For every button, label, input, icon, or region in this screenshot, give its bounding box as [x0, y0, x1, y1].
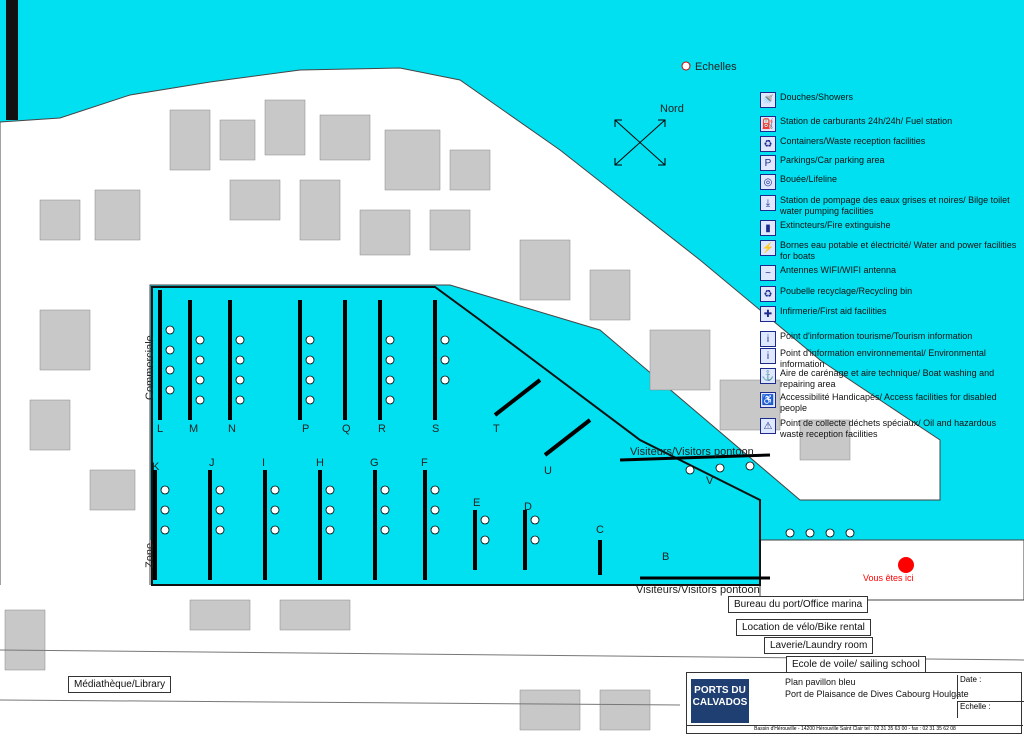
- pump-icon: ⤓: [760, 195, 776, 211]
- legend-text: Station de pompage des eaux grises et no…: [780, 195, 1010, 216]
- containers-icon: ♻: [760, 136, 776, 152]
- legend-item: ♻ Containers/Waste reception facilities: [760, 136, 1020, 152]
- lifebuoy-icon: ◎: [760, 174, 776, 190]
- pier-label-h: H: [316, 457, 324, 469]
- legend-text: Point de collecte déchets spéciaux/ Oil …: [780, 418, 997, 439]
- pier-label-d: D: [524, 501, 532, 513]
- legend-item: ~ Antennes WIFI/WIFI antenna: [760, 265, 1020, 281]
- harbour-office-label: Bureau du port/Office marina: [728, 596, 869, 613]
- visitors-pontoon-top: Visiteurs/Visitors pontoon: [630, 446, 754, 458]
- environment-info-icon: i: [760, 348, 776, 364]
- plan-subtitle: Port de Plaisance de Dives Cabourg Houlg…: [785, 689, 969, 699]
- pier-label-k: K: [152, 461, 160, 473]
- legend-text: Antennes WIFI/WIFI antenna: [780, 265, 897, 275]
- tourism-info-icon: i: [760, 331, 776, 347]
- legend-text: Parkings/Car parking area: [780, 155, 885, 165]
- legend-text: Accessibilité Handicapés/ Access facilit…: [780, 392, 997, 413]
- library-label: Médiathèque/Library: [68, 676, 172, 693]
- laundry-label: Laverie/Laundry room: [764, 637, 874, 654]
- logo-line2: CALVADOS: [692, 697, 748, 708]
- ladder-marker: [681, 61, 691, 71]
- legend-item: ⚠ Point de collecte déchets spéciaux/ Oil…: [760, 418, 1020, 440]
- fuel-icon: ⛽: [760, 116, 776, 132]
- wifi-icon: ~: [760, 265, 776, 281]
- pier-label-c: C: [596, 524, 604, 536]
- legend-item: i Point d'information environnemental/ En…: [760, 348, 1020, 370]
- legend-text: Poubelle recyclage/Recycling bin: [780, 286, 913, 296]
- legend-item: ♿ Accessibilité Handicapés/ Access facili…: [760, 392, 1020, 414]
- ports-du-calvados-logo: PORTS DU CALVADOS: [691, 679, 749, 723]
- commercial-zone-label: Commerciale: [144, 335, 156, 400]
- title-block: PORTS DU CALVADOS Plan pavillon bleu Por…: [686, 672, 1024, 734]
- address: Bassin d'Hérouville - 14200 Hérouville S…: [687, 725, 1023, 732]
- pier-label-p: P: [302, 423, 309, 435]
- legend-text: Point d'information environnemental/ Env…: [780, 348, 986, 369]
- legend-item: ⚓ Aire de carénage et aire technique/ Boa…: [760, 368, 1020, 390]
- pier-label-q: Q: [342, 423, 351, 435]
- legend-text: Containers/Waste reception facilities: [780, 136, 926, 146]
- legend-text: Extincteurs/Fire extinguishe: [780, 220, 891, 230]
- legend-text: Bornes eau potable et électricité/ Water…: [780, 240, 1017, 261]
- pier-label-s: S: [432, 423, 439, 435]
- scale-field: Echelle :: [957, 701, 1024, 718]
- accessibility-icon: ♿: [760, 392, 776, 408]
- extinguisher-icon: ▮: [760, 220, 776, 236]
- legend-item: i Point d'information tourisme/Tourism in…: [760, 331, 1020, 347]
- legend-item: ✚ Infirmerie/First aid facilities: [760, 306, 1020, 322]
- date-field: Date :: [957, 675, 1024, 699]
- pier-label-g: G: [370, 457, 379, 469]
- careening-icon: ⚓: [760, 368, 776, 384]
- pier-label-e: E: [473, 497, 480, 509]
- shower-icon: 🚿: [760, 92, 776, 108]
- legend-text: Station de carburants 24h/24h/ Fuel stat…: [780, 116, 953, 126]
- you-are-here-marker: [898, 557, 914, 573]
- legend-item: 🚿 Douches/Showers: [760, 92, 1020, 108]
- bike-rental-label: Location de vélo/Bike rental: [736, 619, 871, 636]
- legend-text: Bouée/Lifeline: [780, 174, 838, 184]
- legend-item: P Parkings/Car parking area: [760, 155, 1020, 171]
- legend-item: ⤓ Station de pompage des eaux grises et n…: [760, 195, 1020, 217]
- ladder-label: Echelles: [695, 61, 737, 73]
- legend-item: ♻ Poubelle recyclage/Recycling bin: [760, 286, 1020, 302]
- breakwater-west: [6, 0, 18, 120]
- pier-label-b: B: [662, 551, 669, 563]
- pier-label-l: L: [157, 423, 163, 435]
- pier-label-f: F: [421, 457, 428, 469]
- pier-label-u: U: [544, 465, 552, 477]
- legend-item: ⛽ Station de carburants 24h/24h/ Fuel sta…: [760, 116, 1020, 132]
- pier-label-r: R: [378, 423, 386, 435]
- quay-east: [759, 539, 1024, 601]
- legend-item: ⚡ Bornes eau potable et électricité/ Wate…: [760, 240, 1020, 262]
- legend-text: Infirmerie/First aid facilities: [780, 306, 887, 316]
- north-label: Nord: [660, 103, 684, 115]
- zone-label: Zone: [144, 543, 156, 568]
- legend-text: Douches/Showers: [780, 92, 854, 102]
- plan-title: Plan pavillon bleu: [785, 677, 856, 687]
- pier-label-i: I: [262, 457, 265, 469]
- parking-icon: P: [760, 155, 776, 171]
- pier-label-n: N: [228, 423, 236, 435]
- water-power-icon: ⚡: [760, 240, 776, 256]
- recycle-bin-icon: ♻: [760, 286, 776, 302]
- pier-label-m: M: [189, 423, 198, 435]
- pier-label-v: V: [706, 475, 714, 487]
- legend-text: Point d'information tourisme/Tourism inf…: [780, 331, 973, 341]
- legend-item: ◎ Bouée/Lifeline: [760, 174, 1020, 190]
- legend-item: ▮ Extincteurs/Fire extinguishe: [760, 220, 1020, 236]
- legend-text: Aire de carénage et aire technique/ Boat…: [780, 368, 995, 389]
- pier-label-t: T: [493, 423, 500, 435]
- hazardous-waste-icon: ⚠: [760, 418, 776, 434]
- logo-line1: PORTS DU: [694, 685, 746, 696]
- sailing-school-label: Ecole de voile/ sailing school: [786, 656, 926, 673]
- first-aid-icon: ✚: [760, 306, 776, 322]
- pier-label-j: J: [209, 457, 215, 469]
- visitors-pontoon-bottom: Visiteurs/Visitors pontoon: [636, 584, 760, 596]
- you-are-here-label: Vous êtes ici: [863, 573, 914, 583]
